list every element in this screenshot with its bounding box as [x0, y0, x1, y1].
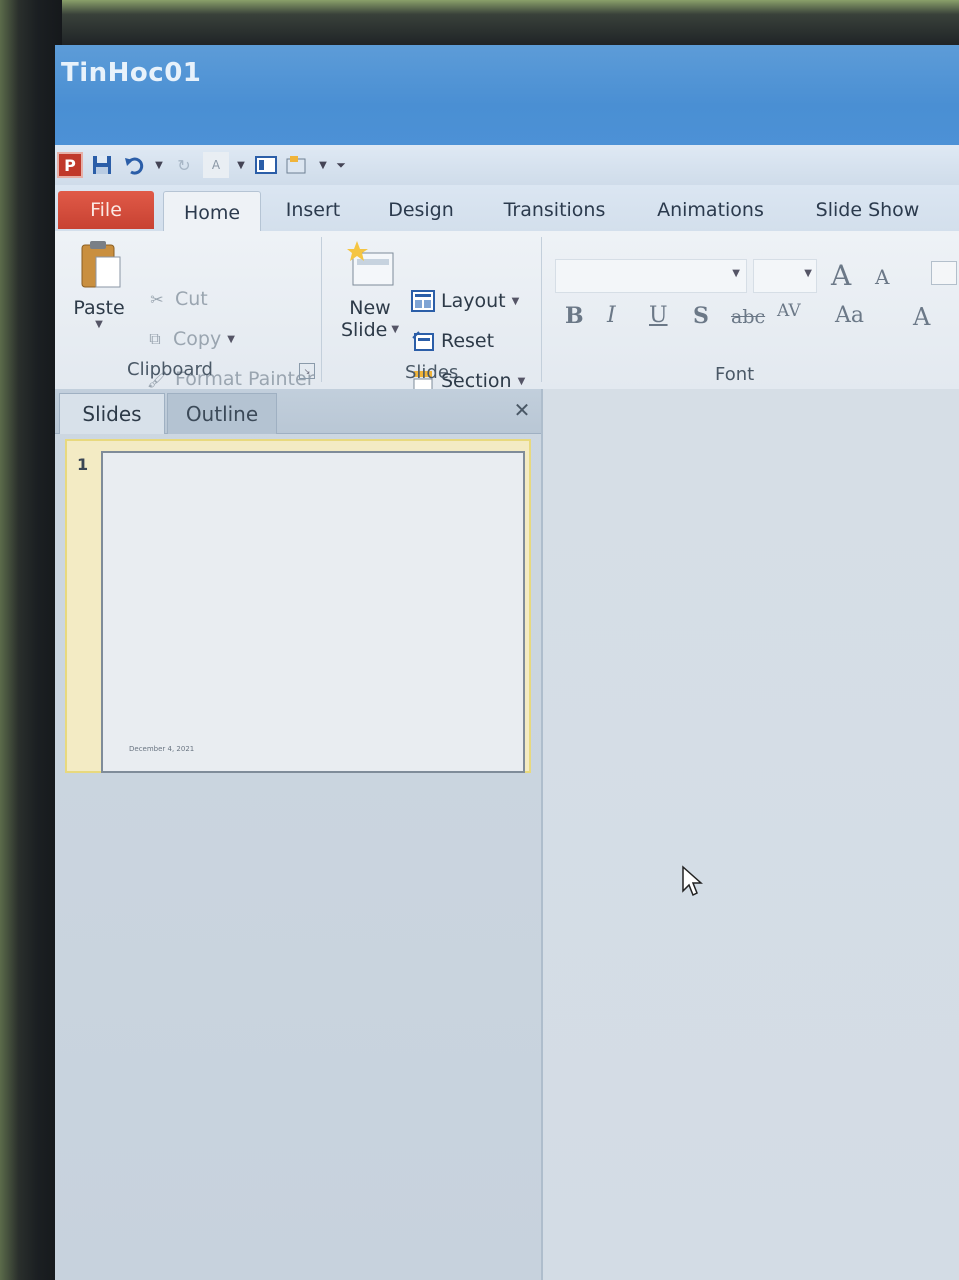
font-group-label: Font [715, 364, 755, 385]
quick-access-toolbar: P ▼ ↻ A ▼ ▼ ⏷ [55, 145, 959, 185]
scissors-icon: ✂ [150, 289, 164, 309]
font-name-input[interactable]: ▼ [555, 259, 747, 293]
font-size-input[interactable]: ▼ [753, 259, 817, 293]
tab-slides[interactable]: Slides [59, 393, 165, 434]
copy-button[interactable]: ⧉ Copy ▼ [143, 327, 235, 351]
powerpoint-logo-icon[interactable]: P [57, 152, 83, 178]
layout-icon[interactable] [253, 152, 279, 178]
slides-pane: Slides Outline ✕ 1 December 4, 2021 [55, 389, 543, 1280]
font-color-button[interactable]: A [913, 303, 930, 331]
new-slide-icon [347, 239, 394, 297]
undo-icon[interactable] [121, 152, 147, 178]
chart-icon[interactable] [285, 152, 311, 178]
new-slide-label-line1: New [349, 297, 391, 319]
ribbon-tabs: File Home Insert Design Transitions Anim… [55, 185, 959, 233]
close-icon[interactable]: ✕ [509, 397, 535, 423]
font-name-dropdown-icon: ▼ [732, 268, 740, 279]
group-separator [541, 237, 542, 382]
section-dropdown-icon: ▼ [517, 375, 526, 387]
reset-icon [411, 329, 435, 353]
paste-button[interactable]: Paste ▼ [67, 239, 131, 330]
bold-button[interactable]: B [565, 303, 584, 329]
shadow-button[interactable]: S [693, 303, 709, 329]
slide-editing-area[interactable] [543, 389, 959, 1280]
pane-tabs: Slides Outline ✕ [55, 389, 541, 434]
strikethrough-button[interactable]: abc [731, 306, 765, 328]
redo-icon[interactable]: ↻ [171, 152, 197, 178]
slide-thumbnail[interactable]: December 4, 2021 [101, 451, 525, 773]
font-size-icon[interactable]: A [203, 152, 229, 178]
reset-label: Reset [441, 330, 495, 352]
clear-formatting-icon[interactable] [931, 261, 957, 285]
copy-label: Copy [173, 328, 222, 350]
monitor-bezel-top [0, 0, 959, 48]
layout-label: Layout [441, 290, 506, 312]
save-icon[interactable] [89, 152, 115, 178]
new-slide-button[interactable]: New Slide ▼ [335, 239, 405, 341]
character-spacing-button[interactable]: AV [777, 301, 801, 321]
layout-button[interactable]: Layout ▼ [411, 289, 519, 313]
layout-dropdown-icon: ▼ [511, 295, 520, 307]
cut-label: Cut [175, 288, 208, 310]
tab-transitions[interactable]: Transitions [487, 191, 622, 229]
change-case-button[interactable]: Aa [835, 303, 864, 328]
ribbon-home: Paste ▼ ✂ Cut ⧉ Copy ▼ 🖌 Format Painter … [55, 231, 959, 392]
tab-home[interactable]: Home [163, 191, 261, 233]
customize-qat-icon[interactable]: ⏷ [335, 152, 347, 178]
new-slide-dropdown-icon: ▼ [391, 324, 400, 335]
italic-button[interactable]: I [607, 303, 616, 328]
tab-slide-show[interactable]: Slide Show [800, 191, 935, 229]
tab-animations[interactable]: Animations [643, 191, 778, 229]
cut-button[interactable]: ✂ Cut [145, 287, 208, 311]
copy-icon: ⧉ [149, 329, 161, 348]
layout-icon [411, 289, 435, 313]
clipboard-launcher-icon[interactable]: ↘ [299, 363, 315, 379]
tab-insert[interactable]: Insert [265, 191, 361, 229]
slide-number: 1 [77, 455, 89, 474]
undo-dropdown-icon[interactable]: ▼ [153, 152, 165, 178]
tab-design[interactable]: Design [373, 191, 469, 229]
underline-button[interactable]: U [649, 303, 668, 328]
paste-icon [76, 239, 122, 297]
mouse-pointer-icon [681, 865, 705, 903]
title-bar: TinHoc01 [55, 45, 959, 145]
monitor-bezel-left [0, 0, 62, 1280]
tab-outline[interactable]: Outline [167, 393, 277, 434]
window-title: TinHoc01 [61, 58, 202, 88]
paste-label: Paste [73, 297, 125, 319]
font-size-dropdown-icon[interactable]: ▼ [235, 152, 247, 178]
grow-font-button[interactable]: A [831, 259, 851, 292]
copy-dropdown-icon: ▼ [227, 333, 235, 345]
paste-dropdown-icon: ▼ [95, 319, 103, 330]
slide-thumbnail-selected[interactable]: 1 December 4, 2021 [65, 439, 531, 773]
app-window: TinHoc01 P ▼ ↻ A ▼ ▼ ⏷ File Home Insert … [55, 45, 959, 1280]
reset-button[interactable]: Reset [411, 329, 494, 353]
tab-file[interactable]: File [58, 191, 154, 229]
clipboard-group-label: Clipboard [127, 359, 213, 380]
shrink-font-button[interactable]: A [875, 265, 889, 289]
slide-footer-date: December 4, 2021 [129, 745, 195, 753]
new-slide-label-line2: Slide [340, 319, 388, 341]
group-separator [321, 237, 322, 382]
font-size-dropdown-icon: ▼ [804, 268, 812, 279]
slides-group-label: Slides [405, 362, 459, 383]
chart-dropdown-icon[interactable]: ▼ [317, 152, 329, 178]
